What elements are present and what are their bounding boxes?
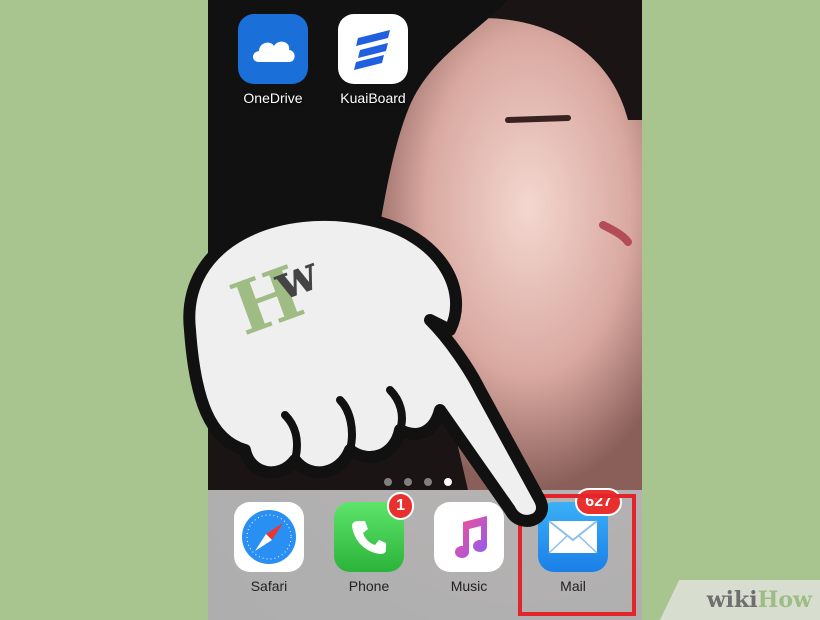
onedrive-icon [238,14,308,84]
app-label: Music [450,578,488,594]
wikihow-watermark: wiki How [660,580,820,620]
app-label: KuaiBoard [340,90,406,106]
watermark-how: How [757,587,812,613]
app-label: OneDrive [243,90,303,106]
app-label: Phone [348,578,390,594]
kuaiboard-icon [338,14,408,84]
app-onedrive[interactable]: OneDrive [234,14,312,106]
watermark-wiki: wiki [706,587,758,613]
pointing-hand-graphic: H w [183,208,548,527]
app-kuaiboard[interactable]: KuaiBoard [334,14,412,106]
stage: OneDrive KuaiBoard Safari 1 Phone Music … [0,0,820,620]
app-label: Safari [250,578,288,594]
